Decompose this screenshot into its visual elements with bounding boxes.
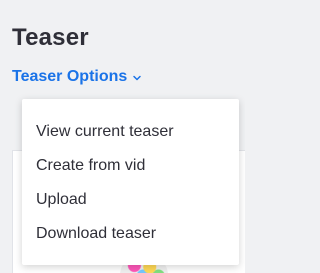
menu-item-upload[interactable]: Upload [22, 183, 239, 217]
teaser-options-dropdown[interactable]: Teaser Options [12, 68, 142, 86]
teaser-options-menu: View current teaser Create from vid Uplo… [22, 99, 239, 265]
menu-item-download-teaser[interactable]: Download teaser [22, 217, 239, 251]
chevron-down-icon [132, 73, 142, 83]
menu-item-view-current-teaser[interactable]: View current teaser [22, 115, 239, 149]
teaser-options-label: Teaser Options [12, 68, 128, 85]
teaser-panel: Teaser Teaser Options View current tease… [0, 0, 245, 273]
page-title: Teaser [12, 24, 89, 51]
menu-item-create-from-vid[interactable]: Create from vid [22, 149, 239, 183]
